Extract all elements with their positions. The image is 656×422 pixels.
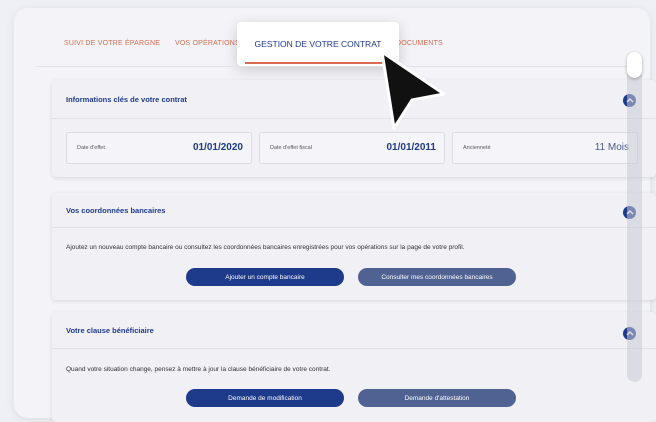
panel-separator: [52, 348, 656, 349]
request-certificate-button[interactable]: Demande d'attestation: [358, 389, 516, 407]
add-bank-account-button[interactable]: Ajouter un compte bancaire: [186, 268, 344, 286]
view-bank-details-button[interactable]: Consulter mes coordonnées bancaires: [358, 268, 516, 286]
date-effet-fiscal-value: 01/01/2011: [386, 142, 437, 153]
bank-description: Ajoutez un nouveau compte bancaire ou co…: [66, 244, 465, 251]
tab-suivi-epargne[interactable]: SUIVI DE VOTRE ÉPARGNE: [64, 40, 160, 47]
tab-bar: SUIVI DE VOTRE ÉPARGNE VOS OPÉRATIONS DO…: [0, 0, 656, 66]
scrollbar-thumb[interactable]: [627, 52, 642, 78]
contract-info-title: Informations clés de votre contrat: [66, 95, 187, 104]
bank-details-title: Vos coordonnées bancaires: [66, 206, 166, 215]
tab-divider: [36, 66, 632, 67]
tab-gestion-contrat-label: GESTION DE VOTRE CONTRAT: [254, 39, 382, 49]
scrollbar-track[interactable]: [627, 52, 642, 382]
request-modification-button[interactable]: Demande de modification: [186, 389, 344, 407]
panel-separator: [52, 118, 656, 119]
beneficiary-title: Votre clause bénéficiaire: [66, 326, 154, 335]
panel-separator: [52, 227, 656, 228]
date-effet-value: 01/01/2020: [192, 142, 243, 153]
date-effet-box: Date d'effet 01/01/2020: [66, 132, 252, 164]
anciennete-box: Ancienneté 11 Mois: [452, 132, 638, 164]
tab-documents[interactable]: DOCUMENTS: [396, 40, 443, 47]
tab-vos-operations[interactable]: VOS OPÉRATIONS: [175, 40, 240, 47]
date-effet-fiscal-label: Date d'effet fiscal: [270, 145, 312, 151]
mouse-pointer-icon: [380, 50, 446, 130]
anciennete-value: 11 Mois: [594, 142, 629, 153]
date-effet-fiscal-box: Date d'effet fiscal 01/01/2011: [259, 132, 445, 164]
active-tab-indicator: [245, 62, 391, 64]
date-effet-label: Date d'effet: [77, 145, 105, 151]
beneficiary-description: Quand votre situation change, pensez à m…: [66, 366, 331, 373]
anciennete-label: Ancienneté: [463, 145, 491, 151]
tab-gestion-contrat[interactable]: GESTION DE VOTRE CONTRAT: [237, 22, 399, 66]
